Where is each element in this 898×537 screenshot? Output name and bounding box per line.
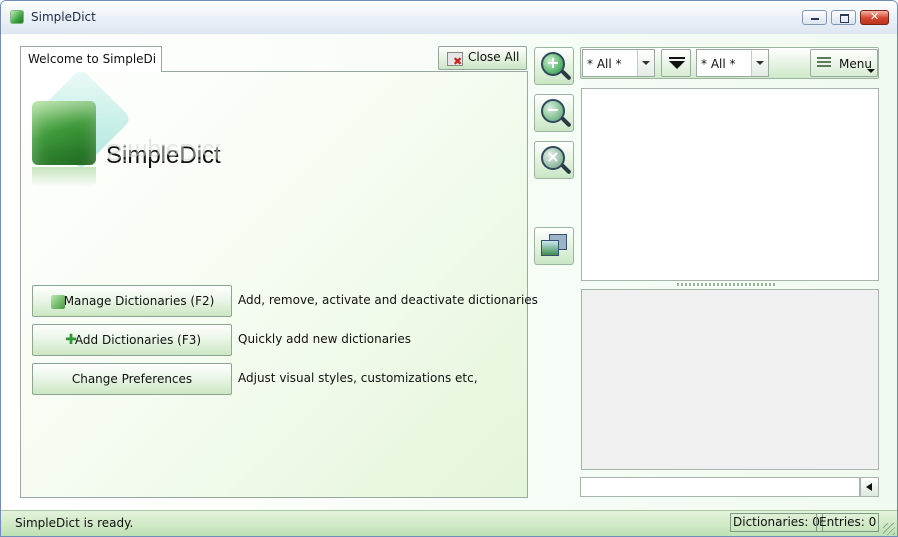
logo-text-reflection: SimpleDict: [106, 138, 221, 165]
menu-button[interactable]: Menu: [810, 49, 878, 77]
close-window-button[interactable]: [860, 10, 889, 25]
word-list[interactable]: [581, 88, 879, 281]
menu-icon: [817, 57, 831, 69]
close-tabs-icon: [447, 52, 463, 68]
entries-count: Entries: 0: [816, 513, 880, 532]
menu-label: Menu: [839, 57, 872, 71]
add-dictionaries-label: Add Dictionaries (F3): [74, 333, 202, 347]
dictionaries-count: Dictionaries: 0: [730, 513, 823, 532]
app-window: SimpleDict Welcome to SimpleDict Close A…: [0, 0, 898, 537]
manage-dictionaries-description: Add, remove, activate and deactivate dic…: [238, 293, 538, 307]
app-icon: [10, 10, 24, 24]
add-dictionaries-description: Quickly add new dictionaries: [238, 332, 411, 346]
status-message: SimpleDict is ready.: [15, 516, 134, 530]
windows-button[interactable]: [534, 227, 574, 265]
chevron-down-icon[interactable]: [637, 50, 654, 76]
source-language-value: * All *: [587, 57, 622, 71]
title-bar[interactable]: SimpleDict: [1, 1, 897, 34]
target-language-select[interactable]: * All *: [696, 49, 769, 77]
chevron-down-icon[interactable]: [751, 50, 768, 76]
minimize-button[interactable]: [802, 10, 827, 25]
add-dictionaries-button[interactable]: ✚ Add Dictionaries (F3): [32, 324, 232, 356]
manage-dictionaries-label: Manage Dictionaries (F2): [63, 294, 215, 308]
tab-welcome-label: Welcome to SimpleDict: [28, 52, 156, 66]
resize-grip-icon[interactable]: [883, 523, 895, 535]
status-bar: SimpleDict is ready. Dictionaries: 0 Ent…: [1, 510, 897, 536]
target-language-value: * All *: [701, 57, 736, 71]
close-all-label: Close All: [468, 50, 520, 64]
swap-direction-button[interactable]: [661, 49, 691, 77]
source-language-select[interactable]: * All *: [582, 49, 655, 77]
manage-dictionaries-button[interactable]: Manage Dictionaries (F2): [32, 285, 232, 317]
change-preferences-button[interactable]: Change Preferences: [32, 363, 232, 395]
close-all-button[interactable]: Close All: [438, 46, 527, 70]
tab-welcome[interactable]: Welcome to SimpleDict: [20, 46, 162, 72]
filter-toolbar: * All * * All * Menu: [580, 47, 879, 79]
change-preferences-description: Adjust visual styles, customizations etc…: [238, 371, 478, 385]
zoom-out-button[interactable]: [534, 94, 574, 132]
stacked-windows-icon: [541, 234, 567, 256]
definition-preview[interactable]: [581, 289, 879, 470]
change-preferences-label: Change Preferences: [71, 372, 193, 386]
splitter-handle[interactable]: [677, 283, 777, 286]
window-title: SimpleDict: [31, 10, 96, 24]
zoom-in-button[interactable]: [534, 47, 574, 85]
search-input[interactable]: [580, 477, 860, 497]
search-go-button[interactable]: [860, 477, 879, 497]
maximize-button[interactable]: [831, 10, 856, 25]
zoom-reset-button[interactable]: [534, 141, 574, 179]
